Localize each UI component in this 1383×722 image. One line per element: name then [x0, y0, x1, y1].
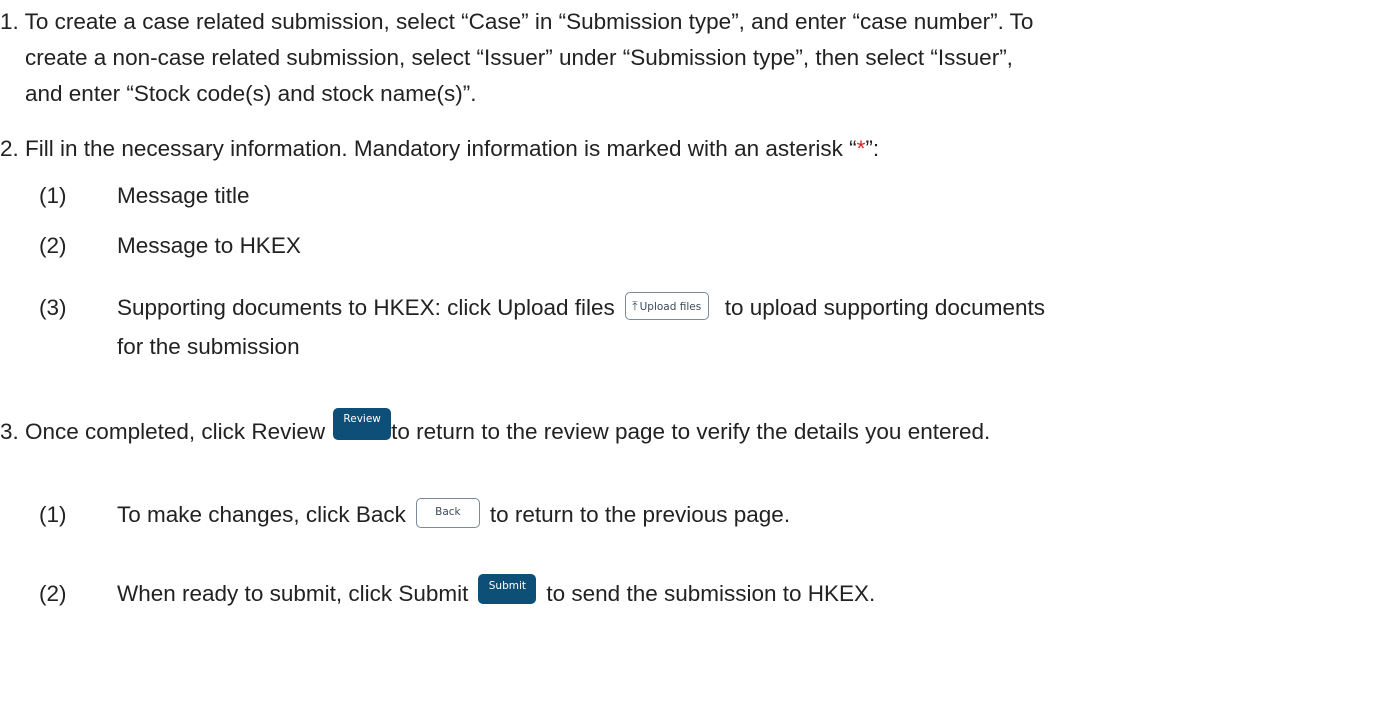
substep-3-1-line: To make changes, click Back Back to return… [117, 498, 791, 531]
upload-files-button[interactable]: ⤒ Upload files [624, 292, 709, 321]
substep-2-2-text: Message to HKEX [117, 233, 301, 258]
step-2-number: 2. [0, 136, 19, 161]
step-1-text-line-3: and enter “Stock code(s) and stock name(… [25, 81, 477, 106]
back-button[interactable]: Back [415, 498, 480, 529]
step-1-line-1: 1. To create a case related submission, … [0, 7, 1033, 37]
substep-2-3-text-after: to upload supporting documents [724, 295, 1045, 320]
substep-3-2-text-before: When ready to submit, click Submit [117, 581, 469, 606]
substep-3-1-number: (1) [39, 502, 67, 527]
step-1-number: 1. [0, 9, 19, 34]
step-2-text: Fill in the necessary information. Manda… [25, 136, 879, 161]
step-2-text-after-star: ”: [865, 136, 880, 161]
review-button-label: Review [343, 413, 381, 426]
step-2-line: 2. Fill in the necessary information. Ma… [0, 134, 879, 164]
step-3-number: 3. [0, 419, 19, 444]
step-3-text-after: to return to the review page to verify t… [391, 419, 991, 444]
review-button[interactable]: Review [333, 408, 392, 441]
substep-3-2-line: When ready to submit, click Submit Submit… [117, 574, 876, 610]
submit-button-label: Submit [488, 580, 527, 593]
substep-2-3-continuation: for the submission [117, 334, 300, 359]
step-1-text-line-1: To create a case related submission, sel… [24, 9, 1034, 34]
upload-files-button-label: Upload files [639, 301, 702, 314]
substep-3-1-text-after: to return to the previous page. [489, 502, 791, 527]
step-2-text-before-star: Fill in the necessary information. Manda… [25, 136, 857, 161]
back-button-label: Back [435, 506, 461, 519]
step-3-line: 3. Once completed, click Review Review to … [0, 408, 991, 449]
substep-3-2-number: (2) [39, 581, 67, 606]
substep-2-2-number: (2) [39, 233, 67, 258]
substep-3-1-text-before: To make changes, click Back [117, 502, 406, 527]
substep-2-3-text-before: Supporting documents to HKEX: click Uplo… [117, 295, 615, 320]
upload-icon: ⤒ [632, 299, 638, 314]
substep-3-2-text-after: to send the submission to HKEX. [546, 581, 876, 606]
substep-2-1-text: Message title [117, 183, 250, 208]
substep-2-3-line: Supporting documents to HKEX: click Uplo… [117, 292, 1045, 323]
step-1-text-line-2: create a non-case related submission, se… [25, 45, 1013, 70]
step-3-text-before: Once completed, click Review [25, 419, 326, 444]
submit-button[interactable]: Submit [478, 574, 537, 605]
substep-2-3-number: (3) [39, 295, 67, 320]
substep-2-1-number: (1) [39, 183, 67, 208]
